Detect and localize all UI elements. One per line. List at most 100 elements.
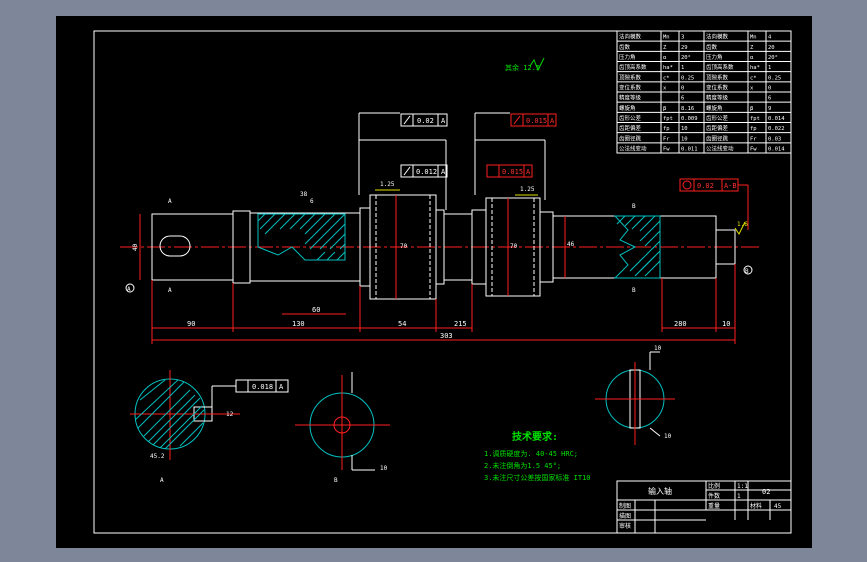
table-cell: Fw (750, 147, 757, 153)
runout-frame-4: 0.015 A (475, 139, 546, 200)
table-cell: 齿数 (619, 43, 631, 51)
table-cell: α (750, 55, 754, 61)
table-cell: 0.25 (768, 75, 781, 81)
svg-text:A: A (550, 117, 555, 125)
svg-text:A: A (441, 168, 446, 176)
svg-text:技术要求:: 技术要求: (512, 430, 558, 443)
svg-text:215: 215 (454, 320, 467, 328)
table-cell: 6 (681, 96, 684, 102)
svg-text:0.012: 0.012 (416, 168, 437, 176)
svg-text:0.015: 0.015 (526, 117, 547, 125)
svg-text:90: 90 (187, 320, 195, 328)
table-cell: fpt (750, 116, 760, 122)
table-cell: 6 (768, 96, 771, 102)
svg-text:制图: 制图 (619, 502, 631, 510)
svg-text:303: 303 (440, 332, 453, 340)
svg-text:1:1: 1:1 (737, 483, 748, 490)
table-cell: Mn (750, 35, 757, 41)
table-cell: 29 (681, 45, 688, 51)
table-cell: 公法线变动 (619, 145, 647, 153)
table-cell: ha* (750, 65, 760, 71)
roughness-note: 其余 12.5 (505, 63, 540, 72)
symmetry-frame: 0.018 A (211, 379, 289, 407)
technical-requirements: 技术要求: 1.调质硬度为. 40-45 HRC; 2.未注倒角为1.5 45°… (484, 430, 591, 482)
svg-text:02: 02 (762, 488, 770, 496)
table-cell: 法向模数 (706, 33, 729, 41)
svg-text:45.2: 45.2 (150, 453, 165, 460)
table-cell: 齿形公差 (706, 114, 729, 122)
runout-frame-3: 0.012 A (358, 139, 448, 210)
table-cell: β (750, 106, 754, 112)
svg-text:审核: 审核 (619, 522, 631, 530)
svg-text:B: B (632, 287, 636, 294)
svg-text:比例: 比例 (708, 482, 720, 490)
table-cell: 9 (768, 106, 771, 112)
table-cell: 齿距偏差 (706, 124, 729, 132)
shaft-main-view (120, 194, 760, 300)
runout-frame-2: 0.015 A (474, 112, 557, 195)
runout-frame-1: 0.02 A (358, 112, 448, 195)
table-cell: β (663, 106, 667, 112)
svg-text:70: 70 (510, 243, 518, 250)
table-cell: Fw (663, 147, 670, 153)
table-cell: 0 (681, 86, 684, 92)
svg-text:70: 70 (400, 243, 408, 250)
svg-text:0.015: 0.015 (502, 168, 523, 176)
part-name: 输入轴 (648, 486, 672, 496)
svg-text:2.未注倒角为1.5 45°;: 2.未注倒角为1.5 45°; (484, 461, 561, 470)
svg-text:1.25: 1.25 (520, 186, 535, 193)
table-cell: 0.022 (768, 126, 785, 132)
table-cell: fp (750, 126, 757, 132)
svg-text:0.02: 0.02 (697, 182, 714, 190)
table-cell: 0.03 (768, 136, 781, 142)
table-cell: 顶隙系数 (619, 73, 642, 81)
svg-text:B: B (334, 477, 338, 484)
svg-text:10: 10 (380, 465, 388, 472)
table-cell: fp (663, 126, 670, 132)
table-cell: fpt (663, 116, 673, 122)
table-cell: 法向模数 (619, 33, 642, 41)
svg-text:40: 40 (132, 243, 139, 251)
table-cell: c* (750, 75, 757, 81)
table-cell: 齿距偏差 (619, 124, 642, 132)
svg-text:A: A (441, 117, 446, 125)
table-cell: 3 (681, 35, 684, 41)
table-cell: Fr (663, 136, 670, 142)
table-cell: 0.009 (681, 116, 698, 122)
svg-text:A: A (526, 168, 531, 176)
table-cell: c* (663, 75, 670, 81)
table-cell: 0.25 (681, 75, 694, 81)
cad-viewport[interactable]: 法向模数 Mn 3 法向模数 Mn 4 齿数 Z 29 齿数 Z 20 压力角 α 20° 压力角 α 20° 齿顶… (56, 16, 812, 548)
table-cell: 20° (681, 55, 691, 61)
svg-text:B: B (632, 203, 636, 210)
table-cell: 齿顶高系数 (706, 63, 734, 71)
table-cell: x (750, 86, 754, 92)
table-cell: 0 (768, 86, 771, 92)
svg-text:B: B (745, 268, 749, 275)
table-cell: 20° (768, 55, 778, 61)
table-cell: 精度等级 (619, 94, 642, 102)
svg-text:描图: 描图 (619, 512, 631, 520)
table-cell: Mn (663, 35, 670, 41)
svg-text:45: 45 (774, 503, 782, 510)
svg-text:件数: 件数 (708, 492, 720, 500)
svg-text:A: A (168, 287, 172, 294)
svg-text:1.25: 1.25 (380, 181, 395, 188)
table-cell: 10 (681, 136, 688, 142)
table-cell: 10 (681, 126, 688, 132)
table-cell: Z (750, 45, 754, 51)
table-cell: 齿圈径跳 (706, 134, 729, 142)
table-cell: α (663, 55, 667, 61)
table-cell: Fr (750, 136, 757, 142)
table-cell: 1 (768, 65, 771, 71)
table-cell: 压力角 (706, 53, 723, 61)
svg-text:280: 280 (674, 320, 687, 328)
svg-text:130: 130 (292, 320, 305, 328)
section-view-a: 45.2 12 A (130, 370, 240, 484)
svg-text:1: 1 (737, 493, 741, 500)
table-cell: 齿数 (706, 43, 718, 51)
svg-text:重量: 重量 (708, 502, 720, 510)
table-cell: 精度等级 (706, 94, 729, 102)
svg-text:3.未注尺寸公差按国家标准 IT10: 3.未注尺寸公差按国家标准 IT10 (484, 473, 591, 482)
title-block: 输入轴 比例 1:1 件数 1 重量 材料 45 02 制图 描图 审核 (616, 480, 792, 534)
